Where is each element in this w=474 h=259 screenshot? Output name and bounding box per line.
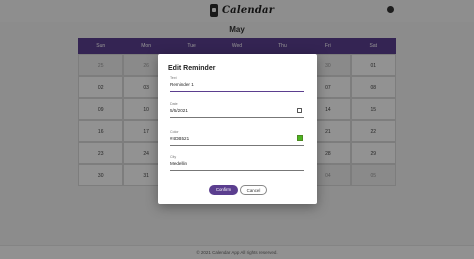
text-field-label: Text: [170, 76, 177, 80]
date-field-value[interactable]: 5/5/2021: [170, 108, 188, 113]
dialog-title: Edit Reminder: [168, 65, 216, 72]
text-field-value[interactable]: Reminder 1: [170, 82, 194, 87]
city-field-value[interactable]: Medellin: [170, 161, 187, 166]
color-swatch[interactable]: [297, 135, 303, 141]
color-field-label: Color: [170, 130, 179, 134]
date-field-label: Date: [170, 102, 178, 106]
confirm-button[interactable]: Confirm: [209, 185, 238, 195]
city-field[interactable]: City Medellin: [170, 155, 304, 171]
city-field-label: City: [170, 155, 177, 159]
edit-reminder-dialog: Edit Reminder Text Reminder 1 Date 5/5/2021…: [158, 54, 317, 204]
date-field[interactable]: Date 5/5/2021: [170, 102, 304, 118]
color-field-value[interactable]: #4DB521: [170, 136, 189, 141]
text-field[interactable]: Text Reminder 1: [170, 76, 304, 92]
calendar-picker-icon[interactable]: [297, 108, 302, 113]
cancel-button[interactable]: Cancel: [240, 185, 267, 195]
color-field[interactable]: Color #4DB521: [170, 130, 304, 146]
